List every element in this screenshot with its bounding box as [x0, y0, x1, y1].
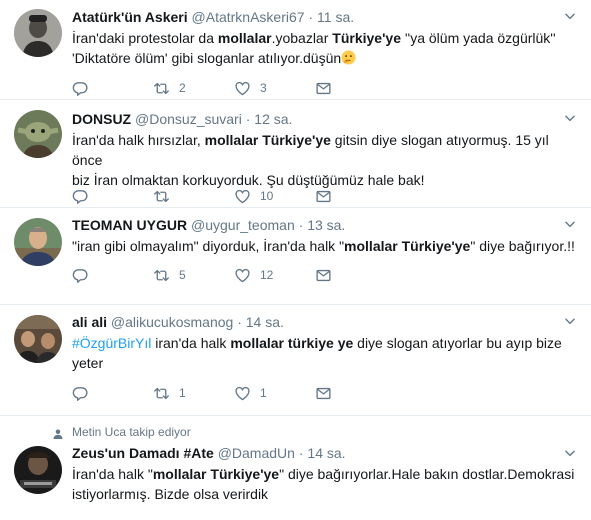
- timestamp[interactable]: 12 sa.: [254, 111, 292, 127]
- username-handle[interactable]: @alikucukosmanog: [111, 314, 233, 330]
- highlight: mollalar Türkiye'ye: [152, 466, 280, 482]
- like-count: 10: [260, 189, 274, 203]
- reply-button[interactable]: [72, 385, 153, 402]
- avatar[interactable]: [14, 110, 62, 158]
- tweet-actions: 10: [72, 186, 396, 206]
- tweet[interactable]: TEOMAN UYGUR @uygur_teoman · 13 sa. "ira…: [0, 208, 591, 305]
- like-button[interactable]: 10: [234, 188, 315, 205]
- chevron-down-icon[interactable]: [563, 446, 577, 460]
- display-name[interactable]: DONSUZ: [72, 111, 131, 127]
- direct-message-button[interactable]: [315, 385, 396, 402]
- like-button[interactable]: 1: [234, 385, 315, 402]
- retweet-icon: [153, 80, 170, 97]
- retweet-button[interactable]: [153, 188, 234, 205]
- chevron-down-icon[interactable]: [563, 217, 577, 231]
- highlight: Türkiye'ye: [332, 30, 401, 46]
- direct-message-button[interactable]: [315, 80, 396, 97]
- tweet-text: #ÖzgürBirYıl iran'da halk mollalar türki…: [72, 335, 562, 371]
- retweet-count: 1: [179, 386, 186, 400]
- envelope-icon: [315, 267, 332, 284]
- separator-dot: ·: [245, 111, 251, 127]
- heart-icon: [234, 188, 251, 205]
- retweet-count: 5: [179, 268, 186, 282]
- highlight: mollalar Türkiye'ye: [344, 238, 471, 254]
- chevron-down-icon[interactable]: [563, 314, 577, 328]
- chevron-down-icon[interactable]: [563, 9, 577, 23]
- timestamp[interactable]: 14 sa.: [246, 314, 284, 330]
- chevron-down-icon[interactable]: [563, 111, 577, 125]
- heart-icon: [234, 267, 251, 284]
- retweet-count: 2: [179, 81, 186, 95]
- tweet[interactable]: ali ali @alikucukosmanog · 14 sa. #Özgür…: [0, 305, 591, 416]
- username-handle[interactable]: @AtatrknAskeri67: [192, 9, 305, 25]
- direct-message-button[interactable]: [315, 267, 396, 284]
- person-icon: [52, 427, 64, 439]
- heart-icon: [234, 385, 251, 402]
- retweet-button[interactable]: 5: [153, 267, 234, 284]
- display-name[interactable]: TEOMAN UYGUR: [72, 217, 187, 233]
- reply-icon: [72, 267, 89, 284]
- retweet-icon: [153, 385, 170, 402]
- timestamp[interactable]: 13 sa.: [307, 217, 345, 233]
- username-handle[interactable]: @DamadUn: [218, 445, 295, 461]
- display-name[interactable]: ali ali: [72, 314, 107, 330]
- separator-dot: ·: [298, 217, 304, 233]
- social-context[interactable]: Metin Uca takip ediyor: [72, 425, 191, 439]
- timestamp[interactable]: 11 sa.: [317, 9, 354, 25]
- retweet-button[interactable]: 2: [153, 80, 234, 97]
- reply-button[interactable]: [72, 188, 153, 205]
- highlight: mollalar türkiye ye: [230, 335, 354, 351]
- envelope-icon: [315, 80, 332, 97]
- envelope-icon: [315, 188, 332, 205]
- separator-dot: ·: [308, 9, 314, 25]
- tweet-text: İran'daki protestolar da mollalar.yobazl…: [72, 30, 556, 66]
- direct-message-button[interactable]: [315, 188, 396, 205]
- reply-icon: [72, 80, 89, 97]
- retweet-button[interactable]: 1: [153, 385, 234, 402]
- like-count: 1: [260, 386, 267, 400]
- separator-dot: ·: [298, 445, 304, 461]
- reply-icon: [72, 385, 89, 402]
- like-count: 12: [260, 268, 274, 282]
- separator-dot: ·: [237, 314, 242, 330]
- reply-button[interactable]: [72, 267, 153, 284]
- retweet-icon: [153, 267, 170, 284]
- hashtag-link[interactable]: #ÖzgürBirYıl: [72, 335, 151, 351]
- timestamp[interactable]: 14 sa.: [307, 445, 345, 461]
- tweet-actions: 1 1: [72, 383, 396, 403]
- like-count: 3: [260, 81, 267, 95]
- tweet[interactable]: DONSUZ @Donsuz_suvari · 12 sa. İran'da h…: [0, 100, 591, 208]
- envelope-icon: [315, 385, 332, 402]
- tweet-text: "iran gibi olmayalım" diyorduk, İran'da …: [72, 238, 575, 254]
- tweet[interactable]: Atatürk'ün Askeri @AtatrknAskeri67 · 11 …: [0, 0, 591, 100]
- username-handle[interactable]: @Donsuz_suvari: [135, 111, 242, 127]
- tweet-text: İran'da halk hırsızlar, mollalar Türkiye…: [72, 132, 549, 188]
- tweet[interactable]: Metin Uca takip ediyor Zeus'un Damadı #A…: [0, 416, 591, 520]
- avatar[interactable]: [14, 315, 62, 363]
- thinking-face-icon: [341, 50, 356, 65]
- tweet-text: İran'da halk "mollalar Türkiye'ye" diye …: [72, 466, 575, 502]
- reply-icon: [72, 188, 89, 205]
- avatar[interactable]: [14, 446, 62, 494]
- retweet-icon: [153, 188, 170, 205]
- heart-icon: [234, 80, 251, 97]
- like-button[interactable]: 12: [234, 267, 315, 284]
- display-name[interactable]: Atatürk'ün Askeri: [72, 9, 188, 25]
- like-button[interactable]: 3: [234, 80, 315, 97]
- highlight: mollalar Türkiye'ye: [204, 132, 331, 148]
- tweet-actions: 2 3: [72, 78, 396, 98]
- tweet-actions: 5 12: [72, 265, 396, 285]
- reply-button[interactable]: [72, 80, 153, 97]
- avatar[interactable]: [14, 218, 62, 266]
- highlight: mollalar: [217, 30, 272, 46]
- display-name[interactable]: Zeus'un Damadı #Ate: [72, 445, 214, 461]
- username-handle[interactable]: @uygur_teoman: [191, 217, 295, 233]
- avatar[interactable]: [14, 9, 62, 57]
